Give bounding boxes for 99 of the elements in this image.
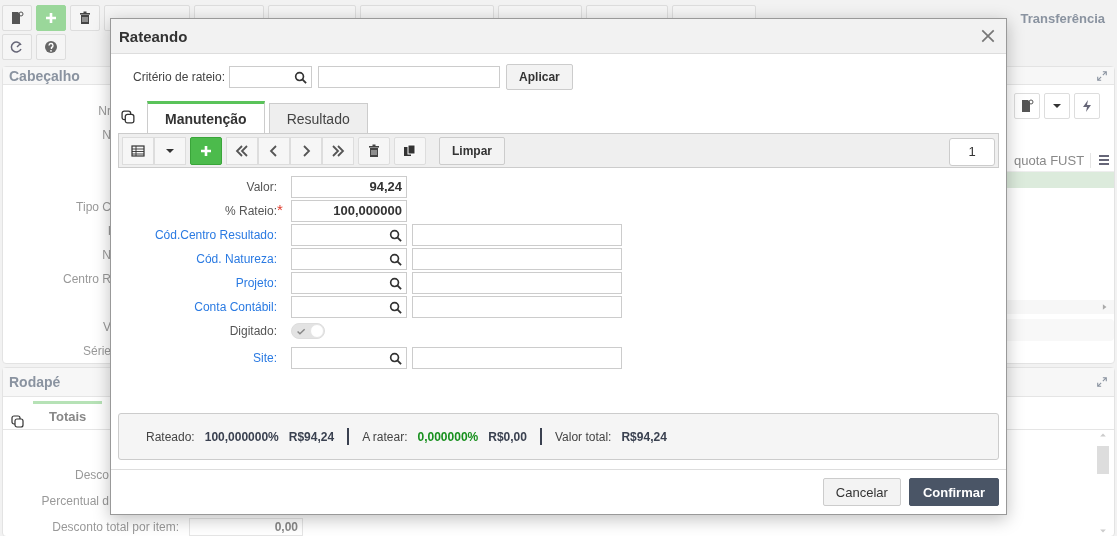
- field-link[interactable]: Conta Contábil:: [194, 300, 277, 314]
- panel-title: Cabeçalho: [9, 67, 80, 84]
- record-counter: 1: [949, 137, 995, 166]
- lookup-field[interactable]: [291, 248, 407, 270]
- next-record-button[interactable]: [290, 136, 322, 165]
- horizontal-scrollbar[interactable]: [1004, 300, 1114, 314]
- expand-icon: [1096, 69, 1108, 82]
- input-field[interactable]: [412, 272, 622, 294]
- summary-label: A ratear:: [362, 429, 408, 444]
- lookup-field[interactable]: [229, 66, 313, 88]
- trash-icon: [367, 143, 381, 158]
- input-field[interactable]: 100,000000: [291, 200, 407, 222]
- copy-icon: [11, 415, 25, 429]
- search-icon: [389, 276, 402, 290]
- previous-record-button[interactable]: [258, 136, 290, 165]
- field-label: Desconto total por item:: [51, 520, 179, 534]
- field-label: V: [103, 319, 111, 336]
- apply-button[interactable]: Aplicar: [506, 64, 573, 90]
- search-icon: [389, 300, 402, 314]
- copy-icon: [121, 110, 136, 125]
- tab[interactable]: Totais: [33, 401, 103, 429]
- last-record-button[interactable]: [322, 136, 354, 165]
- field-link[interactable]: Cód. Natureza:: [196, 252, 277, 266]
- add-button[interactable]: [190, 136, 222, 165]
- summary-label: Rateado:: [146, 429, 195, 444]
- lookup-field[interactable]: [291, 296, 407, 318]
- delete-button[interactable]: [70, 5, 100, 31]
- double-chevron-right-icon: [331, 143, 345, 158]
- double-chevron-left-icon: [235, 143, 249, 158]
- field-label: Tipo C: [76, 199, 111, 216]
- export-button[interactable]: [1014, 93, 1040, 119]
- summary-value: 0,000000%: [417, 429, 479, 444]
- required-mark: *: [277, 204, 284, 216]
- refresh-icon: [10, 40, 24, 54]
- dialog-title: Rateando: [119, 27, 188, 45]
- new-document-button[interactable]: [2, 5, 32, 31]
- summary-label: Valor total:: [554, 429, 612, 444]
- dropdown-button[interactable]: [154, 136, 186, 165]
- input-field[interactable]: [412, 296, 622, 318]
- confirm-button[interactable]: Confirmar: [908, 478, 999, 506]
- menu-icon: [1097, 153, 1111, 167]
- field-link[interactable]: Site:: [253, 351, 277, 365]
- expand-icon: [1096, 376, 1108, 388]
- field-label: Centro R: [62, 271, 111, 288]
- search-icon: [389, 252, 402, 266]
- field-label: I: [107, 223, 111, 240]
- input-field[interactable]: [412, 347, 622, 369]
- first-record-button[interactable]: [226, 136, 258, 165]
- copy-record-button[interactable]: [394, 136, 426, 165]
- field-label: Critério de rateio:: [133, 70, 226, 84]
- summary-value: R$94,24: [288, 429, 335, 444]
- grid-view-button[interactable]: [122, 136, 154, 165]
- field-label: N: [102, 127, 111, 144]
- lookup-field[interactable]: [291, 347, 407, 369]
- document-icon: [10, 11, 24, 25]
- clipboard-icon: [403, 143, 417, 158]
- tab[interactable]: Manutenção: [147, 101, 265, 133]
- field-label: Série: [83, 343, 111, 360]
- summary-value: R$94,24: [621, 429, 667, 444]
- field-label: Nr: [98, 103, 111, 120]
- search-icon: [389, 351, 402, 365]
- lookup-field[interactable]: [291, 224, 407, 246]
- page-title: Transferência: [1020, 10, 1106, 26]
- document-icon: [1020, 99, 1034, 113]
- trash-icon: [78, 11, 92, 25]
- summary-value: R$0,00: [488, 429, 527, 444]
- input-field[interactable]: 0,00: [189, 518, 303, 536]
- help-icon: [44, 40, 58, 54]
- close-icon: [980, 28, 996, 44]
- tab[interactable]: Resultado: [268, 103, 368, 133]
- panel-title: Rodapé: [9, 374, 61, 390]
- input-field[interactable]: 94,24: [291, 176, 407, 198]
- summary-value: 100,000000%: [204, 429, 279, 444]
- field-label: % Rateio:: [224, 204, 277, 218]
- field-label: Valor:: [246, 180, 277, 194]
- search-icon: [389, 228, 402, 242]
- plus-icon: [199, 143, 213, 158]
- scrollbar-thumb[interactable]: [1097, 446, 1109, 474]
- refresh-button[interactable]: [2, 34, 32, 60]
- clear-button[interactable]: Limpar: [439, 136, 505, 165]
- field-link[interactable]: Cód.Centro Resultado:: [154, 228, 277, 242]
- cancel-button[interactable]: Cancelar: [822, 478, 901, 506]
- field-link[interactable]: Projeto:: [235, 276, 277, 290]
- lookup-field[interactable]: [291, 272, 407, 294]
- delete-button[interactable]: [358, 136, 390, 165]
- field-label: Desco: [74, 468, 109, 482]
- field-label: N: [102, 247, 111, 264]
- input-field[interactable]: [412, 224, 622, 246]
- field-label: Percentual d: [40, 494, 109, 508]
- close-button[interactable]: [980, 28, 996, 44]
- table-icon: [131, 143, 145, 158]
- input-field[interactable]: [318, 66, 501, 88]
- lightning-icon: [1080, 99, 1094, 113]
- search-icon: [294, 70, 308, 84]
- plus-icon: [44, 11, 58, 25]
- input-field[interactable]: [412, 248, 622, 270]
- field-label: Digitado:: [229, 324, 277, 338]
- action-button[interactable]: [1074, 93, 1100, 119]
- help-button[interactable]: [36, 34, 66, 60]
